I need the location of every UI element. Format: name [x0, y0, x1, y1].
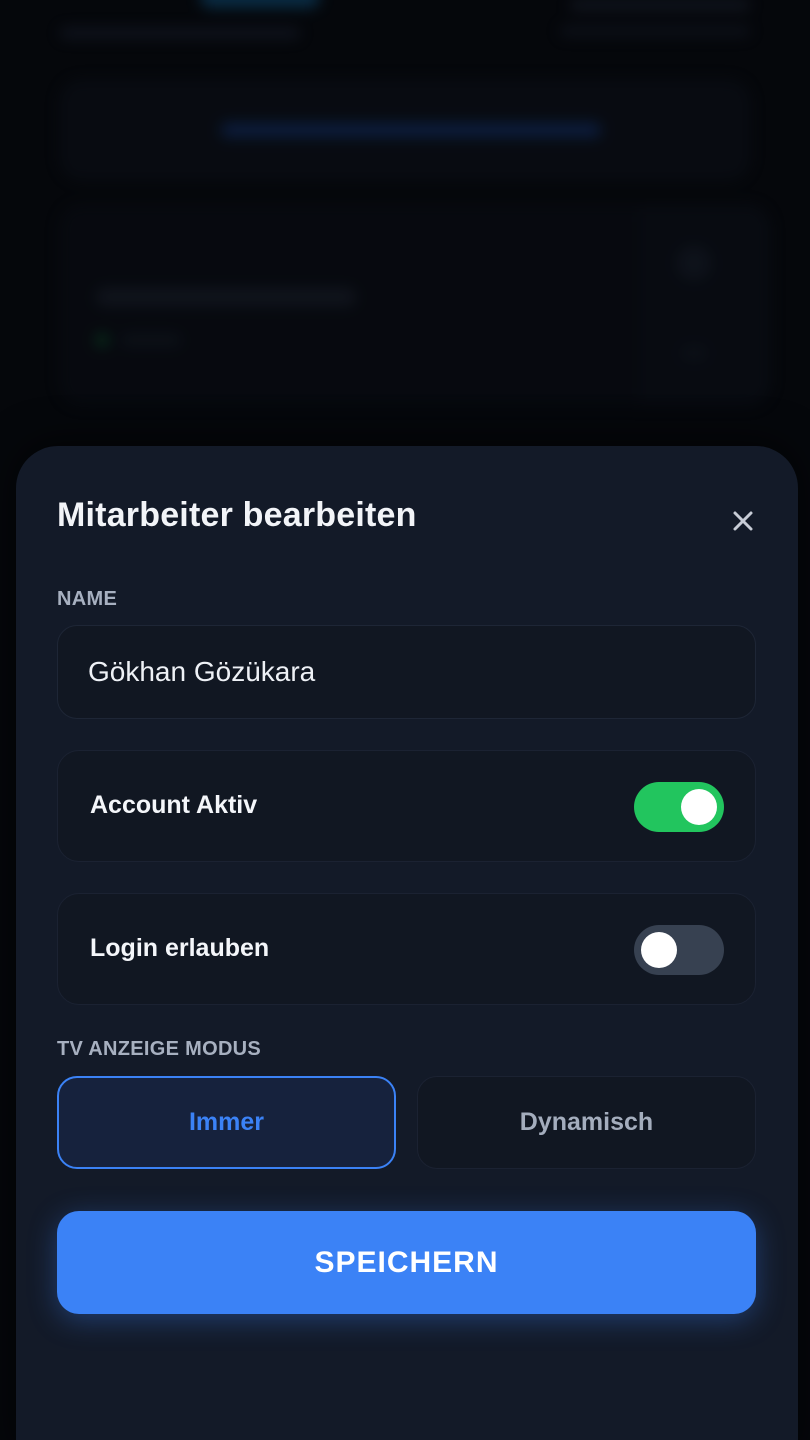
login-allowed-toggle[interactable] [634, 925, 724, 975]
account-active-row: Account Aktiv [57, 750, 756, 862]
background-add-button [60, 80, 750, 180]
background-employee-card [60, 205, 770, 406]
sheet-title: Mitarbeiter bearbeiten [57, 496, 417, 534]
name-input[interactable] [57, 625, 756, 719]
save-button[interactable]: SPEICHERN [57, 1211, 756, 1314]
name-label: NAME [57, 588, 118, 610]
login-allowed-row: Login erlauben [57, 893, 756, 1005]
tv-mode-dynamisch-button[interactable]: Dynamisch [417, 1076, 756, 1169]
toggle-knob [681, 789, 717, 825]
screen: Mitarbeiter bearbeiten NAME Account Akti… [0, 0, 810, 1440]
tv-mode-immer-button[interactable]: Immer [57, 1076, 396, 1169]
edit-employee-sheet: Mitarbeiter bearbeiten NAME Account Akti… [16, 446, 798, 1440]
account-active-toggle[interactable] [634, 782, 724, 832]
toggle-knob [641, 932, 677, 968]
close-icon [733, 511, 753, 531]
account-active-label: Account Aktiv [90, 791, 258, 819]
close-button[interactable] [723, 501, 763, 541]
background-header [60, 0, 750, 50]
tv-mode-label: TV ANZEIGE MODUS [57, 1038, 262, 1060]
login-allowed-label: Login erlauben [90, 934, 270, 962]
